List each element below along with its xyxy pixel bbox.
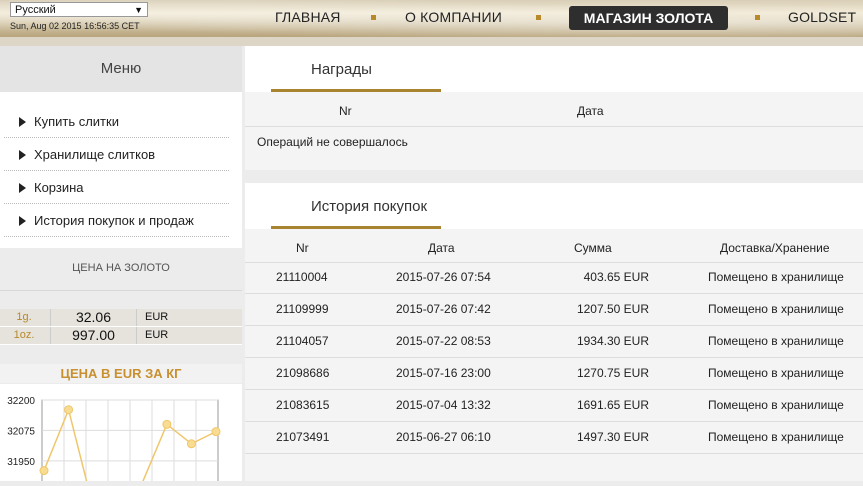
cell-nr: 21110004	[276, 270, 328, 284]
price-chart: 32200 32075 31950	[0, 384, 242, 486]
price-value: 32.06	[50, 309, 137, 326]
sidebar-item-label: Хранилище слитков	[34, 147, 156, 162]
nav-home[interactable]: ГЛАВНАЯ	[275, 9, 341, 25]
chart-point	[186, 439, 196, 449]
price-chart-svg: 32200 32075 31950	[7, 396, 221, 486]
tab-purchase-history[interactable]: История покупок	[271, 183, 441, 229]
language-select-value: Русский	[15, 4, 56, 16]
y-tick-label: 32075	[7, 426, 35, 437]
cell-sum: 403.65 EUR	[583, 270, 649, 284]
table-row[interactable]: 21098686 2015-07-16 23:00 1270.75 EUR По…	[245, 358, 863, 390]
nav-separator	[536, 15, 541, 20]
rewards-table-header: Nr Дата	[245, 93, 863, 127]
empty-message: Операций не совершалось	[257, 135, 408, 149]
y-tick-label: 31950	[7, 457, 35, 468]
purchases-table-header: Nr Дата Сумма Доставка/Хранение	[245, 230, 863, 263]
gold-price-title: ЦЕНА НА ЗОЛОТО	[0, 248, 242, 291]
sidebar-item-label: Корзина	[34, 180, 84, 195]
cell-delivery: Помещено в хранилище	[708, 430, 844, 444]
sidebar-title: Меню	[0, 46, 242, 92]
price-unit: 1g.	[16, 311, 32, 323]
cell-sum: 1207.50 EUR	[576, 302, 649, 316]
chart-point	[39, 466, 49, 476]
cell-date: 2015-07-26 07:42	[396, 302, 491, 316]
price-currency: EUR	[145, 329, 169, 341]
language-select[interactable]: Русский ▼	[10, 2, 148, 17]
chart-point	[64, 405, 74, 415]
nav-separator	[755, 15, 760, 20]
cell-date: 2015-06-27 06:10	[396, 430, 491, 444]
y-tick-label: 32200	[7, 396, 35, 407]
sidebar-item-label: История покупок и продаж	[34, 213, 194, 228]
price-currency: EUR	[145, 311, 169, 323]
cell-nr: 21083615	[276, 398, 330, 412]
header-stripe	[0, 37, 863, 46]
column-header-nr: Nr	[339, 104, 352, 118]
table-row[interactable]: 21104057 2015-07-22 08:53 1934.30 EUR По…	[245, 326, 863, 358]
cell-nr: 21109999	[276, 302, 329, 316]
sidebar-item-bar-storage[interactable]: Хранилище слитков	[4, 139, 229, 171]
cell-nr: 21098686	[276, 366, 330, 380]
cell-sum: 1691.65 EUR	[576, 398, 649, 412]
column-header-sum: Сумма	[574, 241, 612, 255]
price-value: 997.00	[50, 327, 137, 344]
price-row: 1g. 32.06 EUR	[0, 309, 242, 327]
chevron-down-icon: ▼	[134, 5, 143, 15]
tab-rewards[interactable]: Награды	[271, 46, 441, 92]
triangle-right-icon	[19, 150, 26, 160]
cell-date: 2015-07-04 13:32	[396, 398, 491, 412]
sidebar-item-buy-bars[interactable]: Купить слитки	[4, 106, 229, 138]
nav-about[interactable]: О КОМПАНИИ	[405, 9, 502, 25]
nav-gold-shop[interactable]: МАГАЗИН ЗОЛОТА	[569, 6, 728, 30]
cell-sum: 1497.30 EUR	[576, 430, 649, 444]
table-row[interactable]: 21083615 2015-07-04 13:32 1691.65 EUR По…	[245, 390, 863, 422]
nav-goldset[interactable]: GOLDSET	[788, 9, 856, 25]
cell-delivery: Помещено в хранилище	[708, 334, 844, 348]
gold-price-table: 1g. 32.06 EUR 1oz. 997.00 EUR	[0, 309, 242, 345]
rewards-panel: Награды Nr Дата Операций не совершалось	[245, 46, 863, 170]
cell-delivery: Помещено в хранилище	[708, 366, 844, 380]
cell-sum: 1270.75 EUR	[576, 366, 649, 380]
cell-delivery: Помещено в хранилище	[708, 270, 844, 284]
price-unit: 1oz.	[13, 329, 35, 341]
cell-date: 2015-07-22 08:53	[396, 334, 491, 348]
cell-sum: 1934.30 EUR	[576, 334, 649, 348]
price-row: 1oz. 997.00 EUR	[0, 327, 242, 345]
column-header-delivery: Доставка/Хранение	[720, 241, 830, 255]
chart-title: ЦЕНА В EUR ЗА КГ	[0, 364, 242, 383]
sidebar-item-cart[interactable]: Корзина	[4, 172, 229, 204]
cell-delivery: Помещено в хранилище	[708, 398, 844, 412]
sidebar-item-history[interactable]: История покупок и продаж	[4, 205, 229, 237]
triangle-right-icon	[19, 117, 26, 127]
table-row[interactable]: 21109999 2015-07-26 07:42 1207.50 EUR По…	[245, 294, 863, 326]
chart-point	[211, 427, 221, 437]
cell-date: 2015-07-16 23:00	[396, 366, 491, 380]
column-header-date: Дата	[428, 241, 455, 255]
sidebar-item-label: Купить слитки	[34, 114, 119, 129]
sidebar-menu: Купить слитки Хранилище слитков Корзина …	[0, 92, 242, 248]
column-header-date: Дата	[577, 104, 604, 118]
cell-nr: 21073491	[276, 430, 330, 444]
tab-label: Награды	[311, 61, 372, 78]
table-row[interactable]: 21073491 2015-06-27 06:10 1497.30 EUR По…	[245, 422, 863, 454]
purchases-panel: История покупок Nr Дата Сумма Доставка/Х…	[245, 183, 863, 481]
cell-date: 2015-07-26 07:54	[396, 270, 491, 284]
triangle-right-icon	[19, 216, 26, 226]
tab-label: История покупок	[311, 198, 428, 215]
cell-delivery: Помещено в хранилище	[708, 302, 844, 316]
nav-separator	[371, 15, 376, 20]
table-row[interactable]: 21110004 2015-07-26 07:54 403.65 EUR Пом…	[245, 262, 863, 294]
triangle-right-icon	[19, 183, 26, 193]
server-datetime: Sun, Aug 02 2015 16:56:35 CET	[10, 21, 140, 31]
cell-nr: 21104057	[276, 334, 329, 348]
chart-point	[162, 419, 172, 429]
column-header-nr: Nr	[296, 241, 309, 255]
